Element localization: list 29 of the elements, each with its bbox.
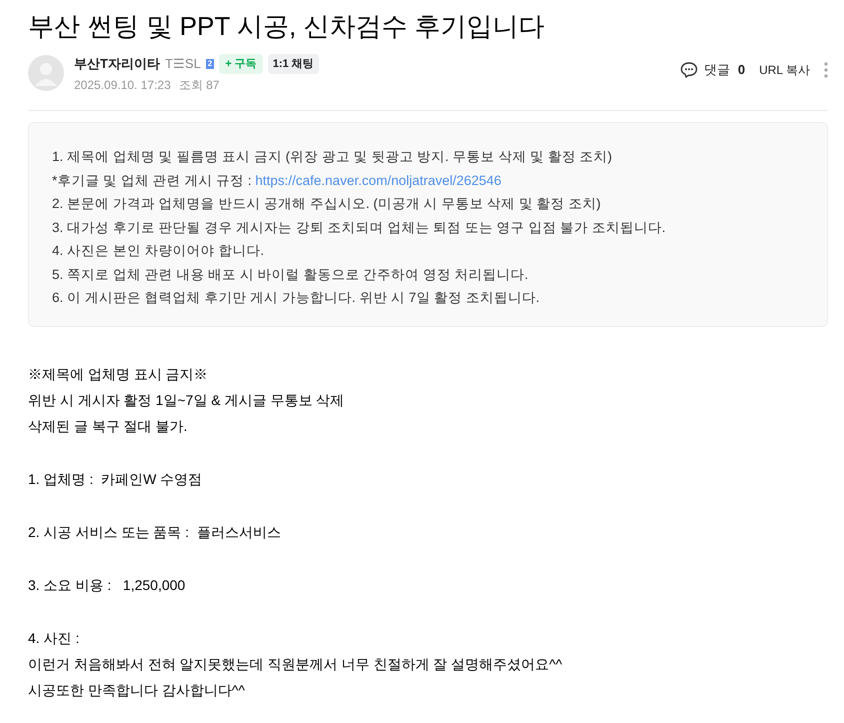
level-badge: 2 [206, 59, 214, 69]
author-name[interactable]: 부산T자리이타 [74, 54, 160, 74]
notice-line: 5. 쪽지로 업체 관련 내용 배포 시 바이럴 활동으로 간주하여 영정 처리됩니다. [52, 266, 530, 284]
body-text: ※제목에 업체명 표시 금지※ [28, 364, 209, 384]
body-text: 4. 사진 : [28, 628, 80, 648]
post-date: 2025.09.10. 17:23 [74, 77, 171, 94]
body-text: 3. 소요 비용 : 1,250,000 [28, 576, 186, 594]
comment-label[interactable]: 댓글 [704, 60, 730, 80]
author-tag: T☰SL [164, 54, 201, 74]
notice-line: 4. 사진은 본인 차량이어야 합니다. [52, 242, 266, 260]
notice-line: *후기글 및 업체 관련 게시 규정 : https://cafe.naver.com/noljatravel/262546 [52, 172, 502, 190]
comment-count: 0 [738, 61, 746, 79]
body-text: 1. 업체명 : 카페인W 수영점 [28, 470, 204, 488]
avatar-icon[interactable] [28, 55, 64, 91]
view-count: 조회 87 [178, 77, 220, 94]
body-text: 삭제된 글 복구 절대 불가. [28, 416, 188, 436]
post-title: 부산 썬팅 및 PPT 시공, 신차검수 후기입니다 [28, 10, 546, 43]
body-text: 위반 시 게시자 활정 1일~7일 & 게시글 무통보 삭제 [28, 390, 346, 410]
notice-line: 1. 제목에 업체명 및 필름명 표시 금지 (위장 광고 및 뒷광고 방지. 무통보 삭제 및 활정 조치) [52, 148, 614, 166]
notice-line: 6. 이 게시판은 협력업체 후기만 게시 가능합니다. 위반 시 7일 활정 조치됩니다. [52, 289, 541, 307]
body-text: 이런거 처음해봐서 전혀 알지못했는데 직원분께서 너무 친절하게 잘 설명해주셨어요^^ [28, 654, 564, 674]
comment-icon[interactable] [680, 60, 698, 79]
more-icon[interactable] [824, 62, 828, 78]
body-text: 시공또한 만족합니다 감사합니다^^ [28, 680, 246, 700]
body-text: 2. 시공 서비스 또는 품목 : 플러스서비스 [28, 522, 282, 542]
notice-line: 3. 대가성 후기로 판단될 경우 게시자는 강퇴 조치되며 업체는 퇴점 또는 영구 입점 불가 조치됩니다. [52, 218, 667, 236]
copy-url-link[interactable]: URL 복사 [759, 60, 810, 79]
notice-line: 2. 본문에 가격과 업체명을 반드시 공개해 주십시오. (미공개 시 무통보 삭제 및 활정 조치) [52, 195, 602, 213]
chat-button[interactable]: 1:1 채팅 [268, 54, 319, 74]
